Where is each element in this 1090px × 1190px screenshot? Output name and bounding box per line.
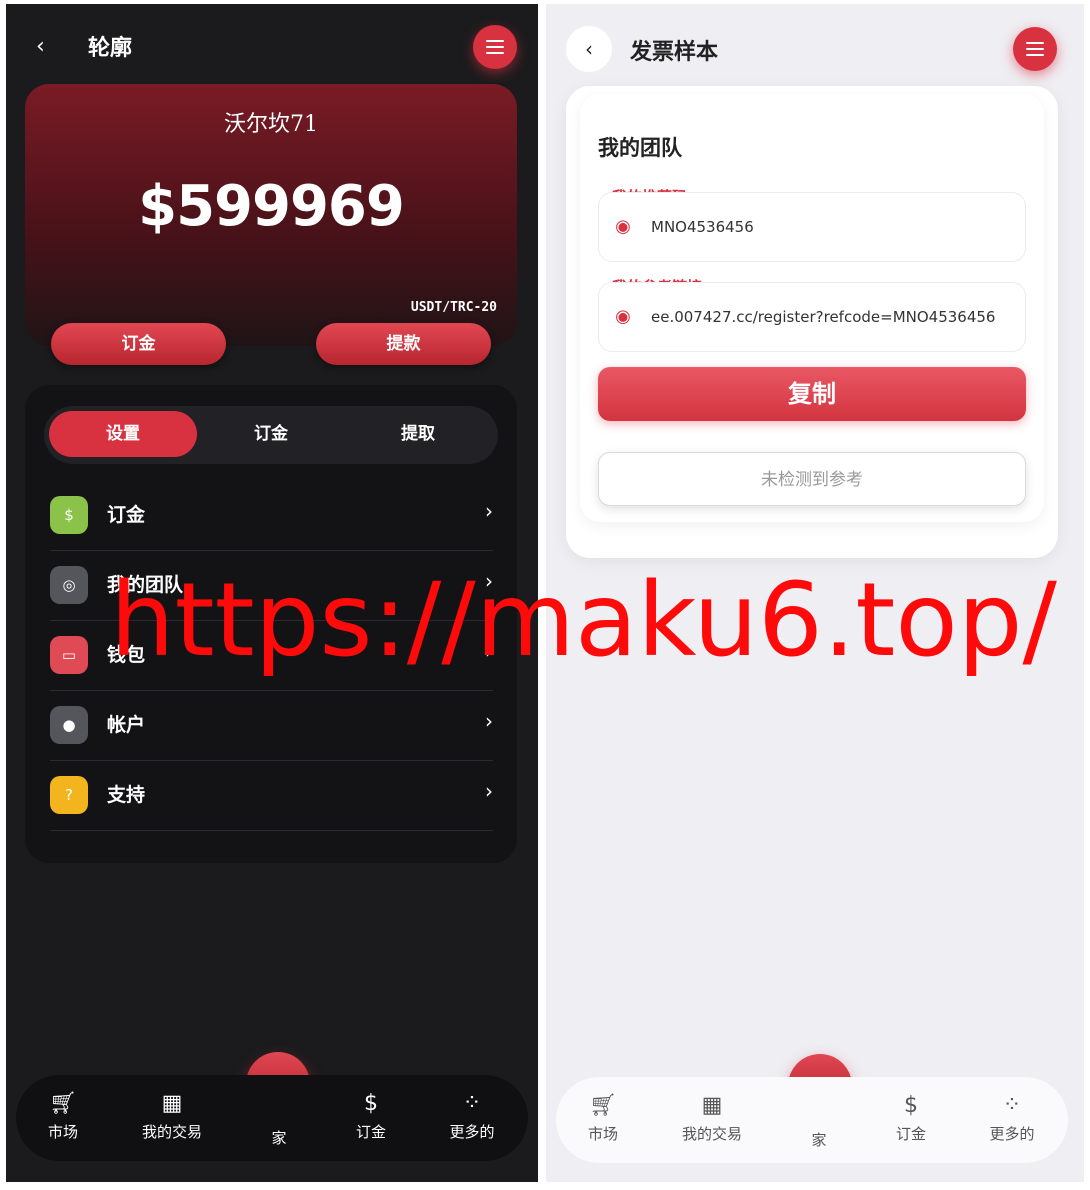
wallet-icon: ▭ xyxy=(50,636,88,674)
referral-code-field[interactable]: ◉ MNO4536456 xyxy=(598,192,1026,262)
back-button[interactable]: ‹ xyxy=(566,26,612,72)
more-icon: ⁘ xyxy=(462,1091,482,1116)
deposit-button[interactable]: 订金 xyxy=(51,323,226,365)
settings-panel: 设置 订金 提取 $ 订金 › ◎ 我的团队 › ▭ 钱包 › ● 帐户 › ?… xyxy=(25,385,517,863)
page-title: 发票样本 xyxy=(630,40,719,65)
account-name: 沃尔坎71 xyxy=(224,112,318,137)
page-title: 轮廓 xyxy=(88,36,133,61)
chevron-right-icon: › xyxy=(485,499,493,523)
menu-item-label: 钱包 xyxy=(107,644,146,666)
nav-label: 订金 xyxy=(355,1123,386,1141)
bottom-nav: 🛒︎ 市场 ▦ 我的交易 家 $ 订金 ⁘ 更多的 xyxy=(16,1075,528,1161)
referral-code-value: MNO4536456 xyxy=(651,218,754,236)
nav-home-label[interactable]: 家 xyxy=(234,1125,324,1148)
menu-item-account[interactable]: ● 帐户 › xyxy=(50,691,493,761)
menu-item-deposit[interactable]: $ 订金 › xyxy=(50,481,493,551)
grid-icon: ▦ xyxy=(161,1091,183,1116)
money-icon: $ xyxy=(364,1091,378,1116)
balance-card: 沃尔坎71 $599969 USDT/TRC-20 xyxy=(25,84,517,346)
nav-home-label[interactable]: 家 xyxy=(774,1127,864,1150)
nav-deposit[interactable]: $ 订金 xyxy=(326,1089,416,1142)
user-icon: ◉ xyxy=(615,306,631,327)
chevron-right-icon: › xyxy=(485,779,493,803)
menu-item-my-team[interactable]: ◎ 我的团队 › xyxy=(50,551,493,621)
menu-item-support[interactable]: ? 支持 › xyxy=(50,761,493,831)
money-icon: $ xyxy=(904,1093,918,1118)
referral-link-field[interactable]: ◉ ee.007427.cc/register?refcode=MNO45364… xyxy=(598,282,1026,352)
nav-my-trades[interactable]: ▦ 我的交易 xyxy=(127,1089,217,1142)
menu-item-label: 我的团队 xyxy=(107,574,184,596)
nav-label: 我的交易 xyxy=(681,1125,742,1143)
section-title: 我的团队 xyxy=(598,136,682,160)
chevron-right-icon: › xyxy=(485,569,493,593)
more-icon: ⁘ xyxy=(1002,1093,1022,1118)
menu-button[interactable] xyxy=(1013,27,1057,71)
nav-label: 家 xyxy=(271,1129,287,1147)
grid-icon: ▦ xyxy=(701,1093,723,1118)
profile-screen: ‹ 轮廓 沃尔坎71 $599969 USDT/TRC-20 订金 提款 设置 … xyxy=(6,4,538,1182)
chevron-right-icon: › xyxy=(485,639,493,663)
team-screen: ‹ 发票样本 我的团队 我的推荐码 ◉ MNO4536456 我的参考链接 ◉ … xyxy=(546,4,1084,1182)
user-icon: ◉ xyxy=(615,216,631,237)
nav-my-trades[interactable]: ▦ 我的交易 xyxy=(667,1091,757,1144)
chevron-left-icon: ‹ xyxy=(36,34,45,59)
currency-unit: USDT/TRC-20 xyxy=(410,300,497,315)
bottom-nav: 🛒︎ 市场 ▦ 我的交易 家 $ 订金 ⁘ 更多的 xyxy=(556,1077,1068,1163)
tab-settings[interactable]: 设置 xyxy=(49,411,197,457)
tab-bar: 设置 订金 提取 xyxy=(44,406,498,464)
cart-icon: 🛒︎ xyxy=(49,1091,77,1116)
nav-label: 更多的 xyxy=(449,1123,495,1141)
help-icon: ? xyxy=(50,776,88,814)
menu-item-label: 订金 xyxy=(107,504,146,526)
back-button[interactable]: ‹ xyxy=(36,32,66,62)
nav-label: 更多的 xyxy=(989,1125,1035,1143)
team-card-inner: 我的团队 我的推荐码 ◉ MNO4536456 我的参考链接 ◉ ee.0074… xyxy=(580,94,1044,522)
chevron-right-icon: › xyxy=(485,709,493,733)
balance-amount: $599969 xyxy=(138,174,405,239)
tab-deposit[interactable]: 订金 xyxy=(197,411,345,457)
nav-more[interactable]: ⁘ 更多的 xyxy=(967,1091,1057,1144)
menu-item-wallet[interactable]: ▭ 钱包 › xyxy=(50,621,493,691)
menu-item-label: 支持 xyxy=(107,784,146,806)
chevron-left-icon: ‹ xyxy=(585,37,593,61)
team-card: 我的团队 我的推荐码 ◉ MNO4536456 我的参考链接 ◉ ee.0074… xyxy=(566,86,1058,558)
cart-icon: 🛒︎ xyxy=(589,1093,617,1118)
nav-market[interactable]: 🛒︎ 市场 xyxy=(558,1091,648,1144)
menu-button[interactable] xyxy=(473,25,517,69)
user-icon: ● xyxy=(50,706,88,744)
no-referral-button[interactable]: 未检测到参考 xyxy=(598,452,1026,506)
nav-label: 家 xyxy=(811,1131,827,1149)
money-icon: $ xyxy=(50,496,88,534)
team-icon: ◎ xyxy=(50,566,88,604)
referral-link-value: ee.007427.cc/register?refcode=MNO4536456 xyxy=(651,308,996,326)
menu-item-label: 帐户 xyxy=(107,714,146,736)
copy-button[interactable]: 复制 xyxy=(598,367,1026,421)
nav-deposit[interactable]: $ 订金 xyxy=(866,1091,956,1144)
nav-label: 我的交易 xyxy=(141,1123,202,1141)
nav-label: 订金 xyxy=(895,1125,926,1143)
nav-label: 市场 xyxy=(587,1125,618,1143)
withdraw-button[interactable]: 提款 xyxy=(316,323,491,365)
screen: ‹ 轮廓 沃尔坎71 $599969 USDT/TRC-20 订金 提款 设置 … xyxy=(0,0,1090,1190)
tab-withdraw[interactable]: 提取 xyxy=(344,411,492,457)
nav-market[interactable]: 🛒︎ 市场 xyxy=(18,1089,108,1142)
nav-more[interactable]: ⁘ 更多的 xyxy=(427,1089,517,1142)
nav-label: 市场 xyxy=(47,1123,78,1141)
